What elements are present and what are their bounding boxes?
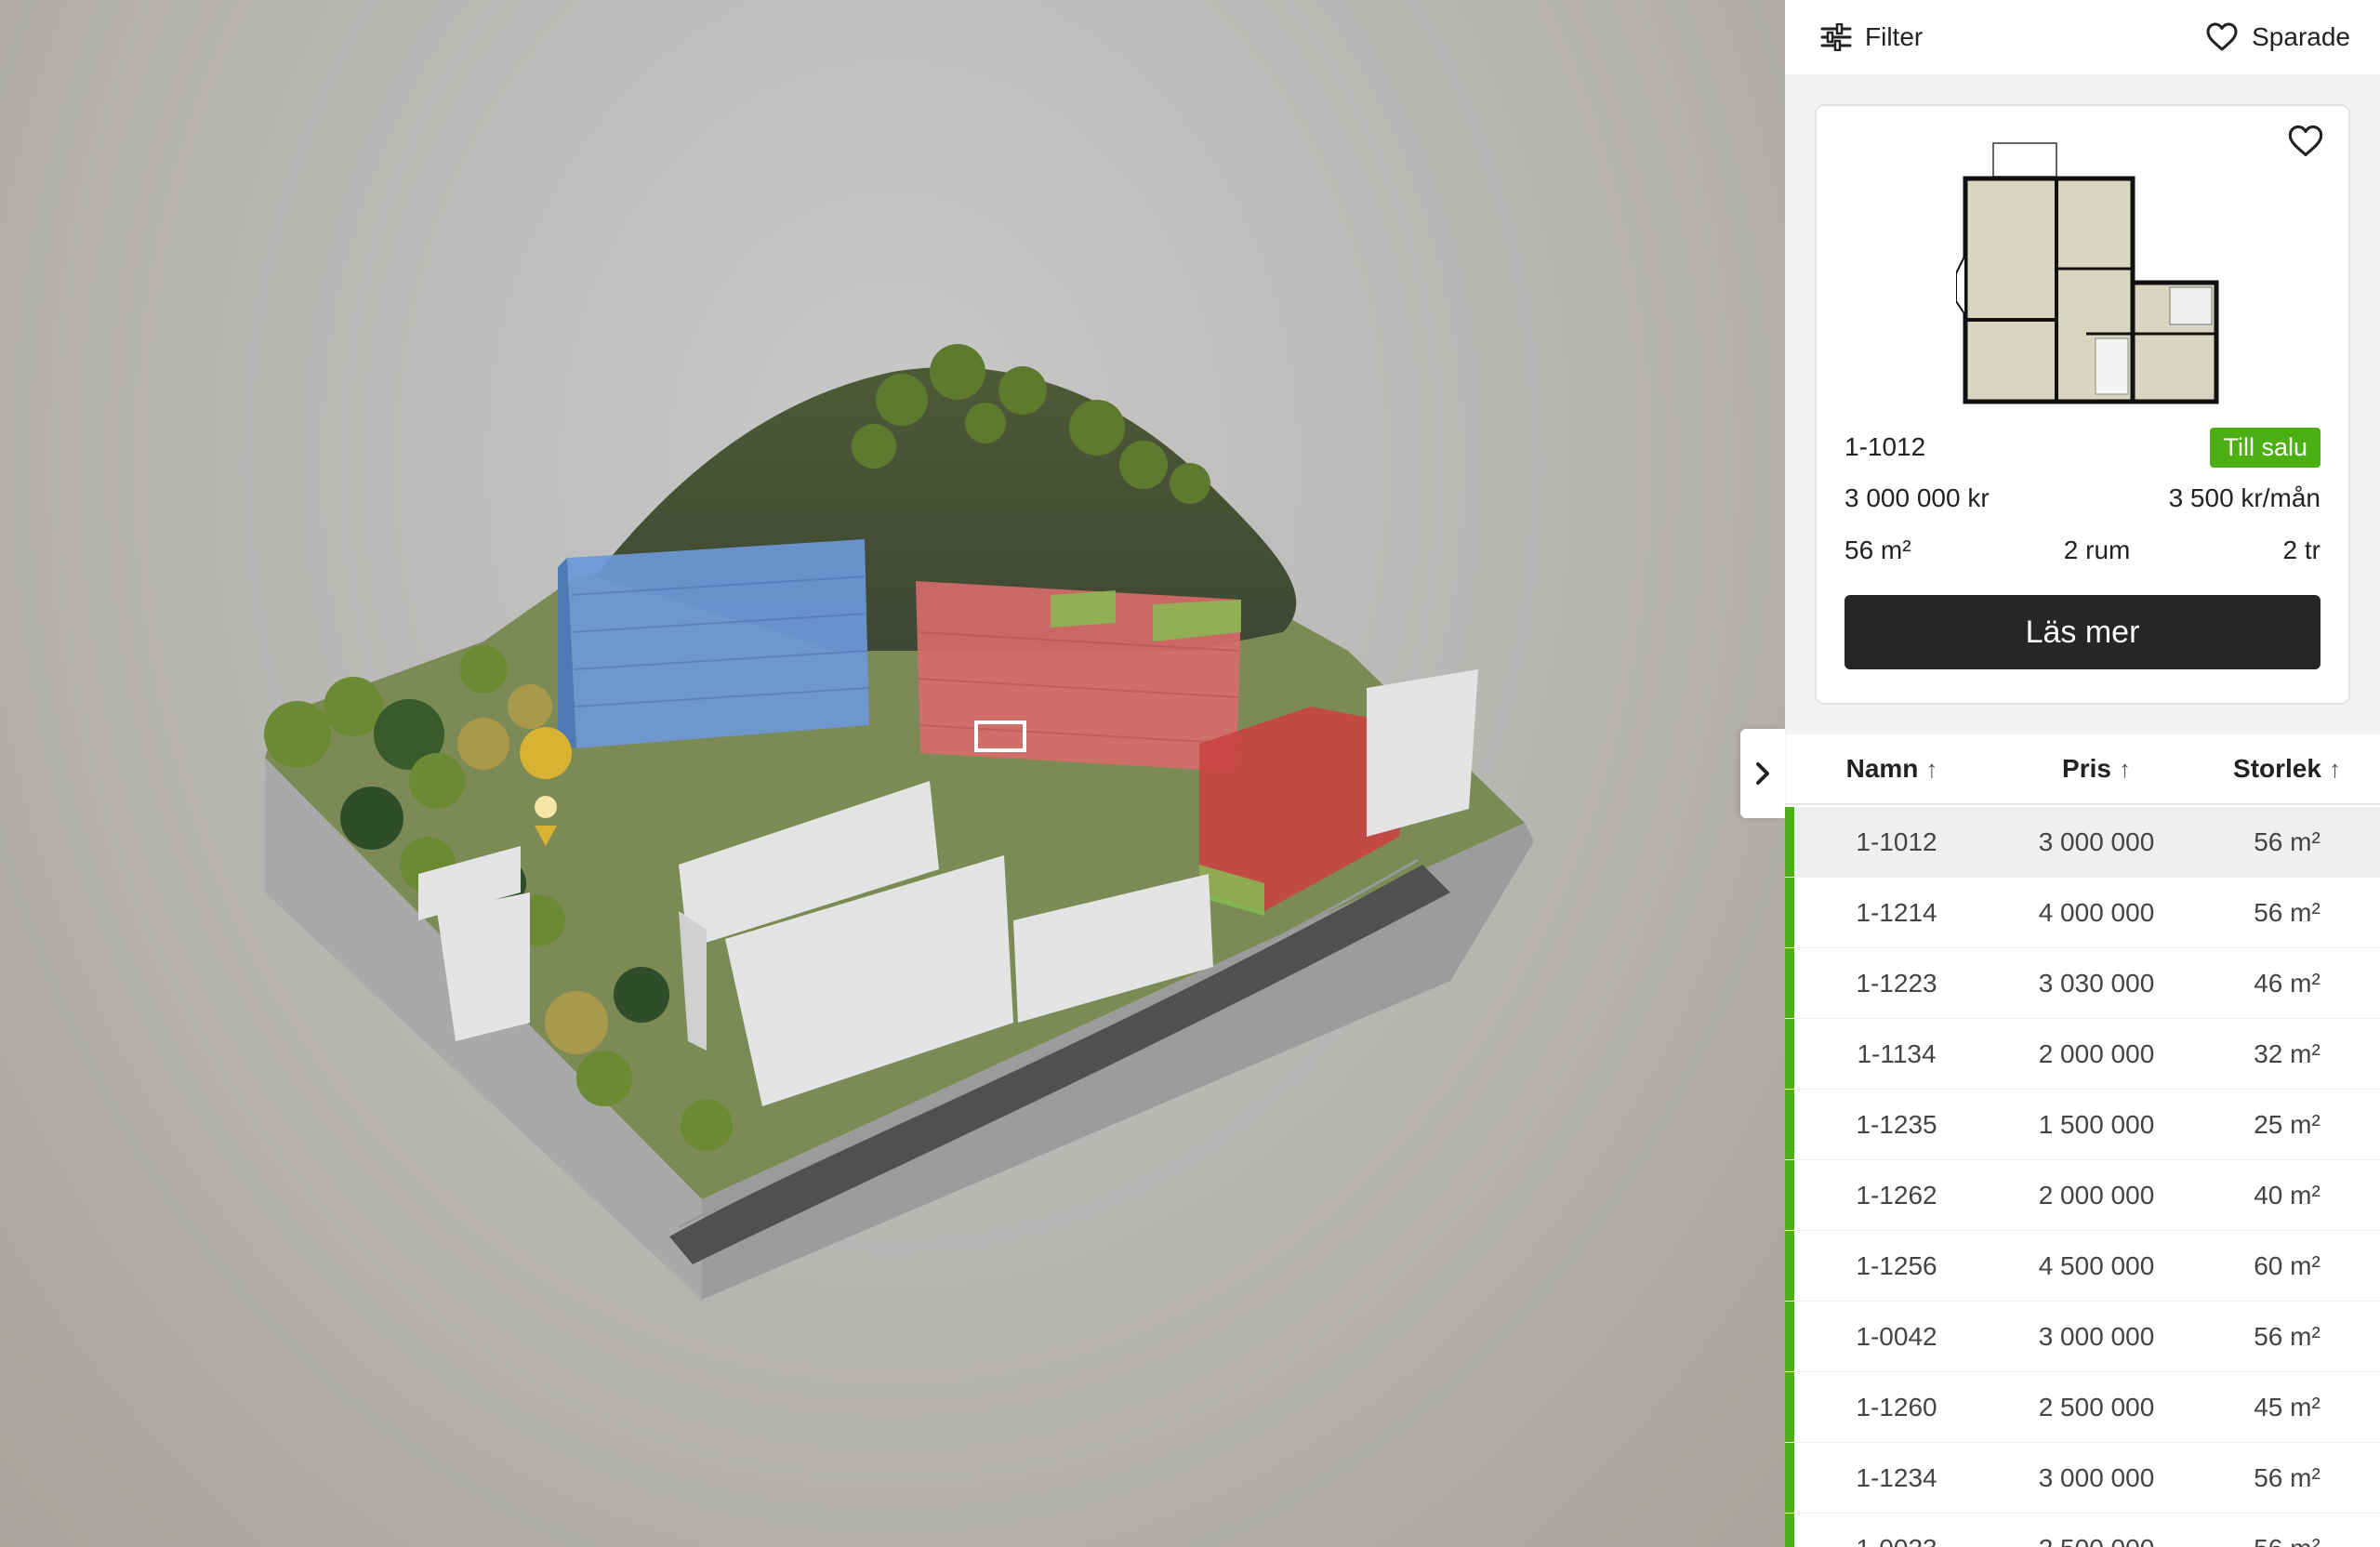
saved-button[interactable]: Sparade	[2205, 19, 2350, 56]
sort-by-price[interactable]: Pris ↑	[1999, 754, 2194, 784]
availability-indicator	[1785, 1090, 1794, 1159]
cell-name: 1-1012	[1856, 826, 1937, 856]
cell-price: 3 000 000	[2038, 1462, 2155, 1492]
availability-indicator	[1785, 948, 1794, 1018]
cell-price: 4 500 000	[2038, 1250, 2155, 1280]
cell-name: 1-1256	[1856, 1250, 1937, 1280]
cell-name: 1-1234	[1856, 1462, 1937, 1492]
cell-price: 4 000 000	[2038, 897, 2155, 927]
cell-price: 1 500 000	[2038, 1109, 2155, 1139]
panel-toolbar: Filter Sparade	[1785, 0, 2380, 74]
status-badge: Till salu	[2210, 427, 2320, 468]
cell-price: 2 000 000	[2038, 1038, 2155, 1068]
apartment-table: Namn ↑ Pris ↑ Storlek ↑ 1-1012 3 000 000 5…	[1785, 734, 2380, 1547]
cell-name: 1-0042	[1856, 1321, 1937, 1351]
column-label-name: Namn	[1845, 754, 1919, 783]
building-blue[interactable]	[558, 539, 870, 748]
table-header: Namn ↑ Pris ↑ Storlek ↑	[1785, 734, 2380, 805]
saved-label: Sparade	[2252, 22, 2350, 51]
apartment-rooms: 2 rum	[2063, 536, 2131, 564]
sort-arrow-icon: ↑	[2118, 754, 2131, 783]
table-row[interactable]: 1-00232 500 00056 m²	[1785, 1514, 2380, 1547]
cell-size: 56 m²	[2254, 1462, 2320, 1492]
cell-size: 56 m²	[2254, 897, 2320, 927]
cell-name: 1-1262	[1856, 1180, 1937, 1210]
card-id-row: 1-1012 Till salu	[1844, 426, 2320, 469]
availability-indicator	[1785, 878, 1794, 947]
column-label-price: Pris	[2062, 754, 2111, 783]
table-row[interactable]: 1-1235 1 500 000 25 m²	[1785, 1090, 2380, 1160]
filter-button[interactable]: Filter	[1820, 19, 1923, 56]
cell-name: 1-1214	[1856, 897, 1937, 927]
heart-icon	[2206, 22, 2238, 51]
table-row[interactable]: 1-1234 3 000 000 56 m²	[1785, 1443, 2380, 1514]
cell-price: 3 030 000	[2038, 968, 2155, 998]
availability-indicator	[1785, 1160, 1794, 1230]
card-price-row: 3 000 000 kr 3 500 kr/mån	[1844, 480, 2320, 517]
table-body: 1-1012 3 000 000 56 m² 1-1214 4 000 000 56 m²…	[1785, 807, 2380, 1547]
side-panel: Filter Sparade 1-1012 Till salu 3 000 00…	[1785, 0, 2380, 1547]
availability-indicator	[1785, 1302, 1794, 1371]
favorite-button[interactable]	[2283, 119, 2328, 164]
cell-size: 25 m²	[2254, 1109, 2320, 1139]
cell-price: 3 000 000	[2038, 826, 2155, 856]
table-row[interactable]: 1-1260 2 500 000 45 m²	[1785, 1372, 2380, 1443]
sort-by-name[interactable]: Namn ↑	[1785, 754, 1999, 784]
sliders-icon	[1820, 23, 1852, 51]
apartment-area: 56 m²	[1844, 536, 1911, 564]
heart-icon	[2288, 125, 2323, 156]
filter-label: Filter	[1865, 22, 1924, 51]
availability-indicator	[1785, 1372, 1794, 1442]
table-row[interactable]: 1-1214 4 000 000 56 m²	[1785, 878, 2380, 948]
cell-price: 2 500 000	[1999, 1534, 2194, 1547]
cell-name: 1-1223	[1856, 968, 1937, 998]
collapse-panel-button[interactable]	[1740, 729, 1785, 818]
availability-indicator	[1785, 1231, 1794, 1301]
cell-price: 2 000 000	[2038, 1180, 2155, 1210]
availability-indicator	[1785, 1443, 1794, 1513]
table-row[interactable]: 1-1223 3 030 000 46 m²	[1785, 948, 2380, 1019]
site-3d-view[interactable]	[0, 0, 1785, 1547]
cell-size: 56 m²	[2254, 826, 2320, 856]
cell-name: 1-1235	[1856, 1109, 1937, 1139]
cell-size: 46 m²	[2254, 968, 2320, 998]
availability-indicator	[1785, 1019, 1794, 1089]
floor-plan-image[interactable]	[1956, 125, 2235, 413]
apartment-floor: 2 tr	[2282, 536, 2320, 564]
card-size-row: 56 m² 2 rum 2 tr	[1844, 532, 2320, 569]
availability-indicator	[1785, 1514, 1794, 1547]
cell-name: 1-1260	[1856, 1392, 1937, 1421]
column-label-size: Storlek	[2233, 754, 2321, 783]
cell-name: 1-1134	[1857, 1038, 1937, 1068]
cell-price: 3 000 000	[2038, 1321, 2155, 1351]
cell-size: 45 m²	[2254, 1392, 2320, 1421]
apartment-card: 1-1012 Till salu 3 000 000 kr 3 500 kr/m…	[1815, 104, 2350, 705]
cell-size: 56 m²	[2254, 1321, 2320, 1351]
sort-arrow-icon: ↑	[1925, 754, 1938, 783]
read-more-button[interactable]: Läs mer	[1844, 595, 2320, 669]
availability-indicator	[1785, 807, 1794, 877]
apartment-monthly-fee: 3 500 kr/mån	[2168, 483, 2320, 512]
cell-size: 32 m²	[2254, 1038, 2320, 1068]
table-row[interactable]: 1-0042 3 000 000 56 m²	[1785, 1302, 2380, 1372]
apartment-price: 3 000 000 kr	[1844, 483, 1990, 512]
cell-name: 1-0023	[1785, 1534, 1999, 1547]
sort-arrow-icon: ↑	[2328, 754, 2341, 783]
apartment-id: 1-1012	[1844, 432, 1926, 461]
cell-size: 60 m²	[2254, 1250, 2320, 1280]
chevron-right-icon	[1756, 762, 1769, 785]
cell-size: 56 m²	[2194, 1534, 2380, 1547]
building-red-1[interactable]	[916, 581, 1241, 772]
table-row[interactable]: 1-1134 2 000 000 32 m²	[1785, 1019, 2380, 1090]
table-row[interactable]: 1-1012 3 000 000 56 m²	[1785, 807, 2380, 878]
cell-size: 40 m²	[2254, 1180, 2320, 1210]
table-row[interactable]: 1-1262 2 000 000 40 m²	[1785, 1160, 2380, 1231]
site-model[interactable]	[0, 0, 1785, 1547]
cell-price: 2 500 000	[2038, 1392, 2155, 1421]
sort-by-size[interactable]: Storlek ↑	[2194, 754, 2380, 784]
table-row[interactable]: 1-1256 4 500 000 60 m²	[1785, 1231, 2380, 1302]
